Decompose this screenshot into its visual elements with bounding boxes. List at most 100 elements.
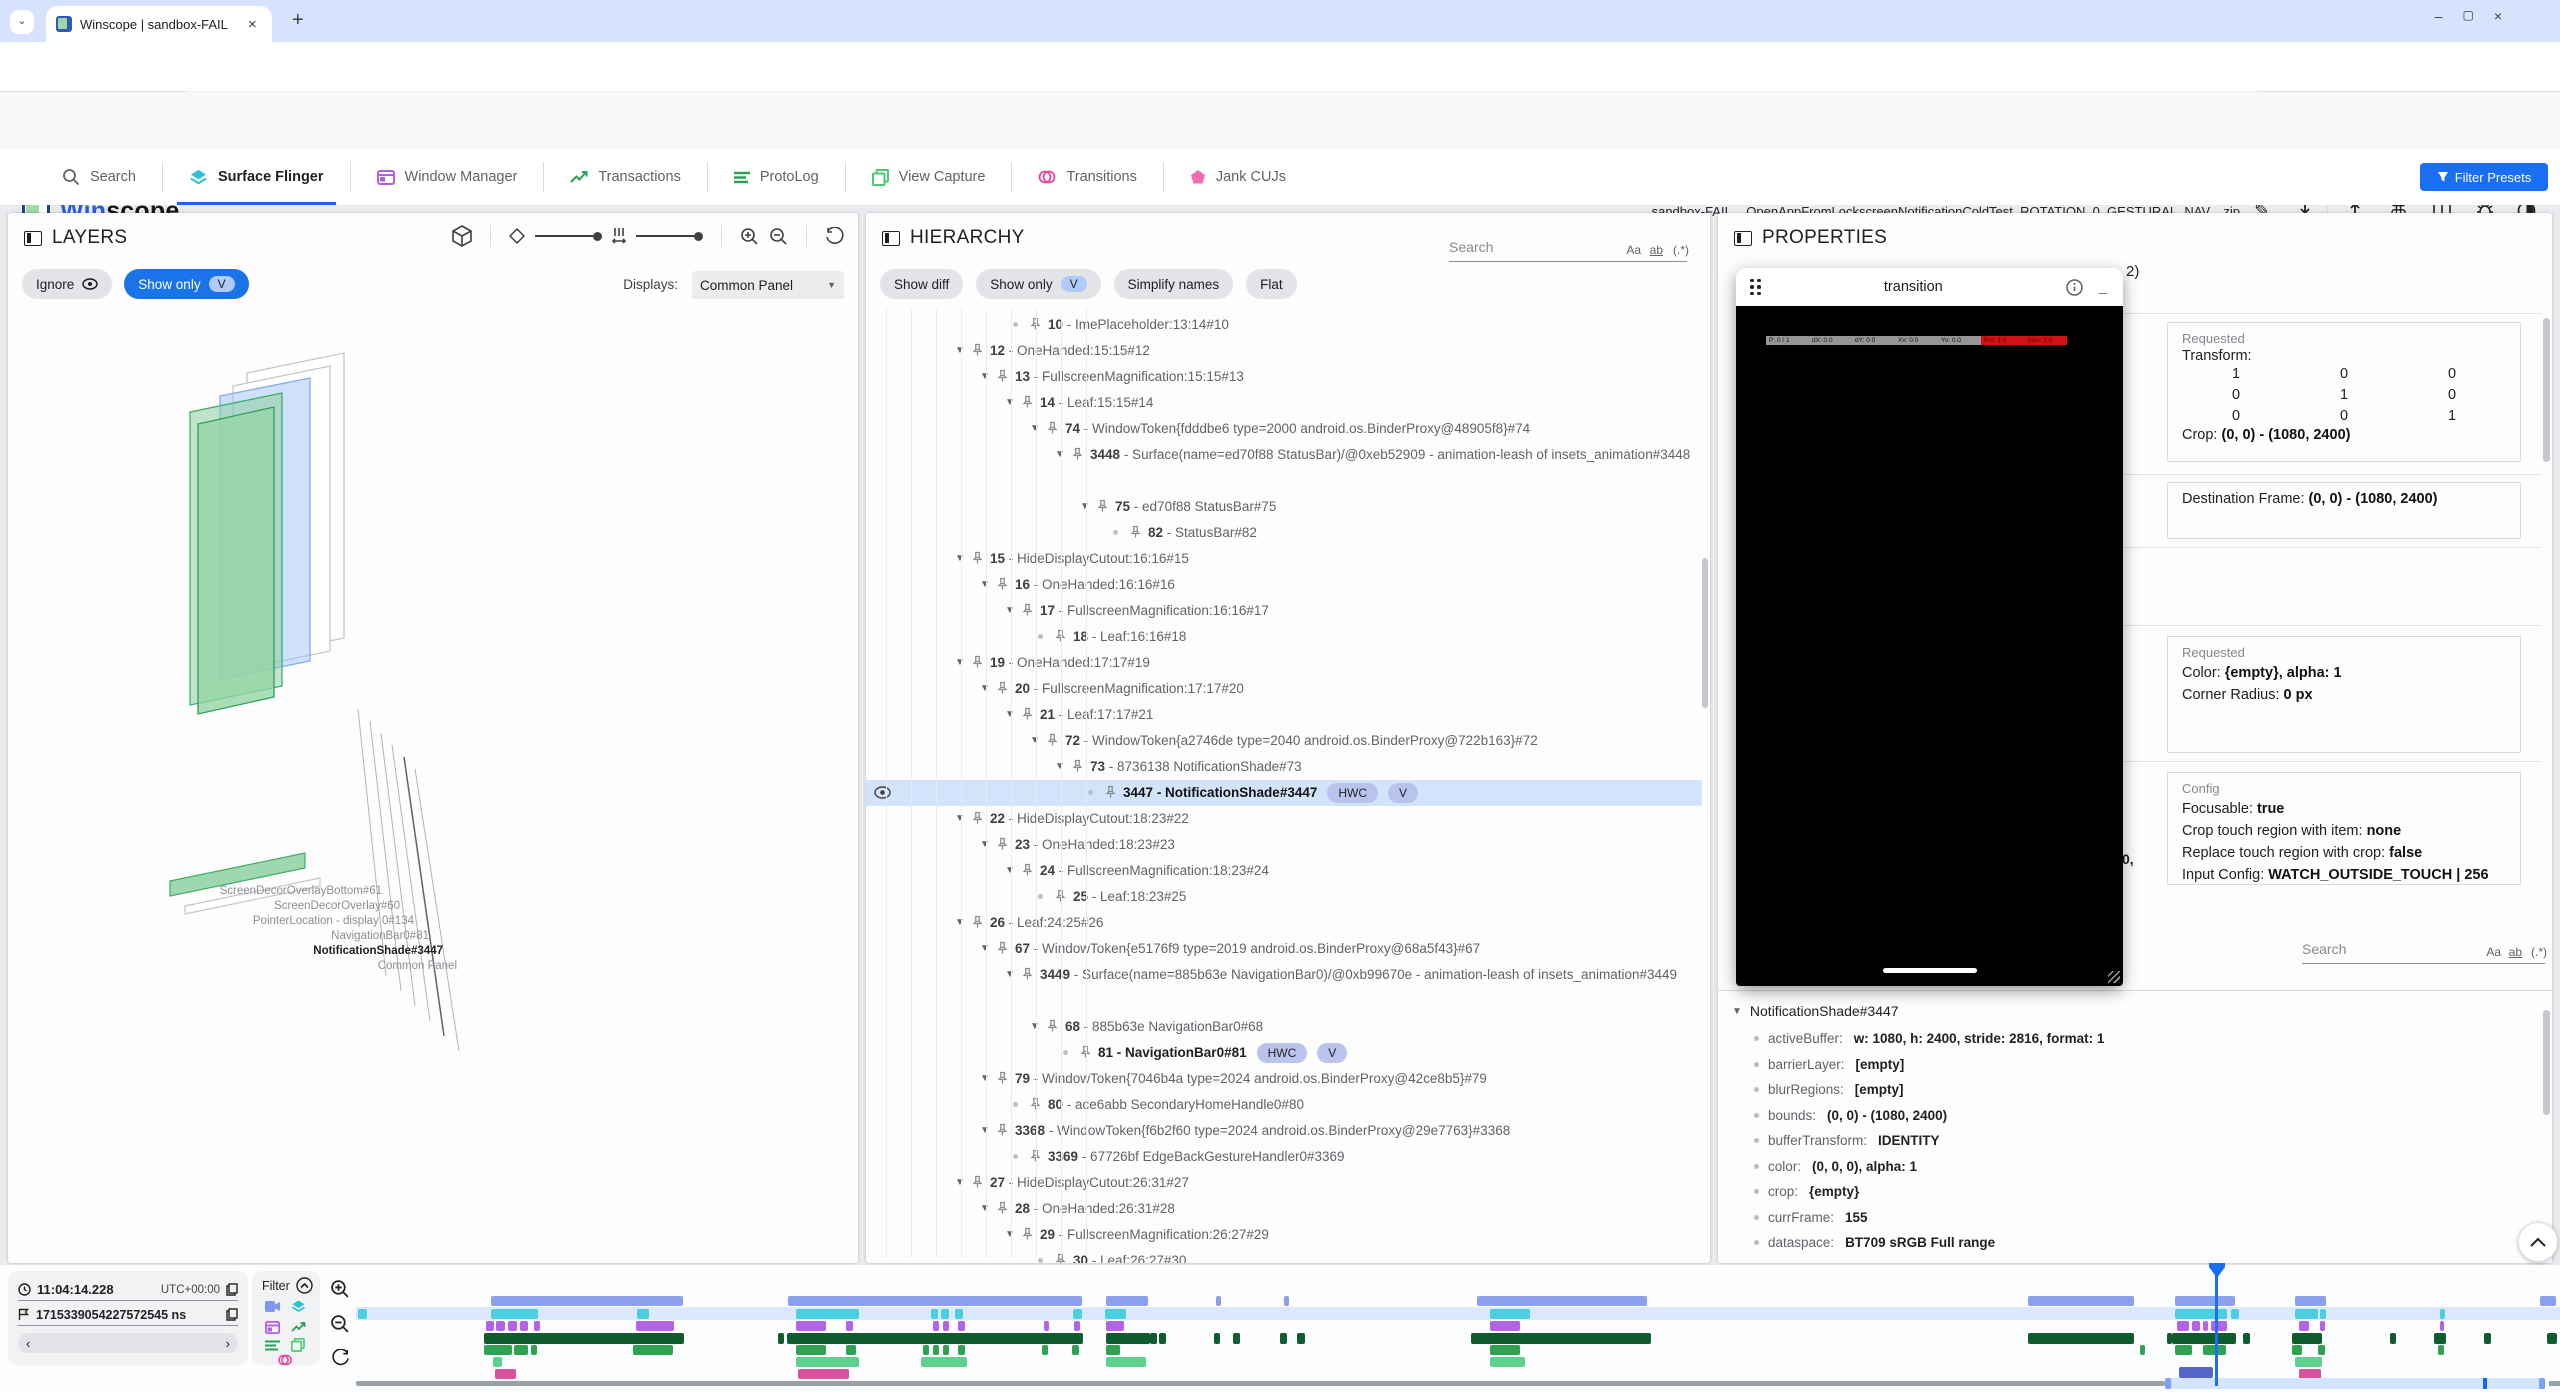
pin-icon[interactable] [996, 1066, 1015, 1085]
trace-tab-surface-flinger[interactable]: Surface Flinger [163, 149, 350, 205]
property-item-currFrame[interactable]: currFrame:155 [1754, 1210, 1868, 1225]
surface-flinger-trace-icon[interactable] [291, 1299, 306, 1314]
tree-row[interactable]: ▼27 - HideDisplayCutout:26:31#27 [866, 1170, 1702, 1196]
trace-tab-transitions[interactable]: Transitions [1012, 149, 1162, 205]
tree-row[interactable]: ▼14 - Leaf:15:15#14 [866, 390, 1702, 416]
nanosecond-time-row[interactable]: 1715339054227572545 ns [18, 1304, 238, 1326]
tree-row[interactable]: ▼13 - FullscreenMagnification:15:15#13 [866, 364, 1702, 390]
tab-search-chevron-icon[interactable]: ⌄ [10, 10, 34, 34]
pin-icon[interactable] [1129, 520, 1148, 539]
flat-chip[interactable]: Flat [1246, 269, 1297, 299]
match-case-icon[interactable]: Aa [1626, 243, 1641, 257]
properties-search-input[interactable]: Search Aa ab (.*) [2302, 941, 2545, 964]
pin-icon[interactable] [1054, 884, 1073, 903]
tree-row[interactable]: ▼20 - FullscreenMagnification:17:17#20 [866, 676, 1702, 702]
pin-icon[interactable] [971, 910, 990, 929]
expand-arrow-icon[interactable]: ▼ [980, 572, 996, 597]
trace-tab-protolog[interactable]: ProtoLog [708, 149, 845, 205]
expand-arrow-icon[interactable]: ▼ [1005, 598, 1021, 623]
pin-icon[interactable] [1096, 494, 1115, 513]
pin-icon[interactable] [1021, 962, 1040, 981]
pin-icon[interactable] [1029, 312, 1048, 331]
property-item-blurRegions[interactable]: blurRegions:[empty] [1754, 1082, 1904, 1097]
tree-row[interactable]: 18 - Leaf:16:16#18 [866, 624, 1702, 650]
trace-tab-search[interactable]: Search [36, 149, 162, 205]
properties-node-row[interactable]: ▼ NotificationShade#3447 [1732, 1003, 1899, 1019]
tree-row[interactable]: ▼3368 - WindowToken{f6b2f60 type=2024 an… [866, 1118, 1702, 1144]
browser-tab[interactable]: Winscope | sandbox-FAIL × [46, 6, 272, 42]
pin-icon[interactable] [996, 572, 1015, 591]
expand-arrow-icon[interactable]: ▼ [980, 832, 996, 857]
match-case-icon[interactable]: Aa [2486, 945, 2501, 959]
pin-icon[interactable] [1029, 1144, 1048, 1163]
pin-icon[interactable] [1021, 390, 1040, 409]
match-word-icon[interactable]: ab [1650, 243, 1663, 257]
expand-arrow-icon[interactable]: ▼ [1030, 416, 1046, 441]
transition-window-header[interactable]: transition _ [1736, 268, 2123, 306]
expand-arrow-icon[interactable]: ▼ [955, 806, 971, 831]
pin-icon[interactable] [971, 1170, 990, 1189]
tree-row[interactable]: 81 - NavigationBar0#81HWCV [866, 1040, 1702, 1066]
window-maximize-icon[interactable]: ▢ [2462, 8, 2473, 24]
expand-arrow-icon[interactable]: ▼ [980, 364, 996, 389]
property-item-bufferTransform[interactable]: bufferTransform:IDENTITY [1754, 1133, 1940, 1148]
timeline-reset-zoom-icon[interactable] [332, 1349, 350, 1367]
tree-row[interactable]: ▼22 - HideDisplayCutout:18:23#22 [866, 806, 1702, 832]
timeline-zoom-out-icon[interactable] [330, 1314, 350, 1334]
expand-arrow-icon[interactable]: ▼ [955, 338, 971, 363]
expand-arrow-icon[interactable]: ▼ [1005, 390, 1021, 415]
expand-arrow-icon[interactable]: ▼ [980, 1196, 996, 1221]
expand-arrow-icon[interactable]: ▼ [1030, 728, 1046, 753]
window-minimize-icon[interactable]: – [2435, 8, 2443, 24]
view-capture-trace-icon[interactable] [291, 1338, 305, 1352]
pin-icon[interactable] [971, 806, 990, 825]
displays-select[interactable]: Common Panel▼ [692, 271, 844, 299]
visibility-eye-icon[interactable] [874, 786, 891, 799]
drag-handle-icon[interactable] [1750, 279, 1761, 296]
tree-row[interactable]: 80 - ace6abb SecondaryHomeHandle0#80 [866, 1092, 1702, 1118]
show-only-chip[interactable]: Show onlyV [976, 269, 1100, 299]
pin-icon[interactable] [1071, 442, 1090, 461]
zoom-in-icon[interactable] [740, 227, 759, 246]
new-tab-button[interactable]: + [292, 9, 304, 32]
layers-3d-scene[interactable] [8, 309, 858, 1259]
tree-row[interactable]: ▼26 - Leaf:24:25#26 [866, 910, 1702, 936]
scroll-left-icon[interactable]: ‹ [26, 1336, 30, 1351]
transition-overlay-window[interactable]: transition _ P: 0 / 1dX: 0.0dY: 0.0Xv: 0… [1736, 268, 2123, 986]
scroll-right-icon[interactable]: › [226, 1336, 230, 1351]
pin-icon[interactable] [1021, 858, 1040, 877]
tree-row[interactable]: ▼68 - 885b63e NavigationBar0#68 [866, 1014, 1702, 1040]
property-item-barrierLayer[interactable]: barrierLayer:[empty] [1754, 1057, 1904, 1072]
pin-icon[interactable] [1054, 1248, 1073, 1263]
tree-row-selected[interactable]: 3447 - NotificationShade#3447HWCV [866, 780, 1702, 806]
reset-view-icon[interactable] [825, 227, 844, 246]
pin-icon[interactable] [996, 676, 1015, 695]
tree-row[interactable]: ▼21 - Leaf:17:17#21 [866, 702, 1702, 728]
expand-arrow-icon[interactable]: ▼ [1005, 858, 1021, 883]
zoom-out-icon[interactable] [769, 227, 788, 246]
tree-row[interactable]: ▼67 - WindowToken{e5176f9 type=2019 andr… [866, 936, 1702, 962]
resize-handle[interactable] [2108, 971, 2120, 983]
tree-row[interactable]: 82 - StatusBar#82 [866, 520, 1702, 546]
regex-icon[interactable]: (.*) [2531, 945, 2547, 959]
trace-tab-view-capture[interactable]: View Capture [846, 149, 1012, 205]
filter-presets-button[interactable]: Filter Presets [2420, 163, 2548, 191]
tree-row[interactable]: ▼3448 - Surface(name=ed70f88 StatusBar)/… [866, 442, 1702, 494]
tree-row[interactable]: ▼19 - OneHanded:17:17#19 [866, 650, 1702, 676]
hierarchy-scrollbar[interactable] [1702, 558, 1708, 708]
expand-arrow-icon[interactable]: ▼ [980, 676, 996, 701]
tree-row[interactable]: ▼12 - OneHanded:15:15#12 [866, 338, 1702, 364]
tree-row[interactable]: 3369 - 67726bf EdgeBackGestureHandler0#3… [866, 1144, 1702, 1170]
expand-arrow-icon[interactable]: ▼ [980, 1118, 996, 1143]
pin-icon[interactable] [996, 832, 1015, 851]
tree-row[interactable]: ▼28 - OneHanded:26:31#28 [866, 1196, 1702, 1222]
window-controls[interactable]: – ▢ × [2435, 8, 2502, 24]
tree-row[interactable]: ▼75 - ed70f88 StatusBar#75 [866, 494, 1702, 520]
expand-arrow-icon[interactable]: ▼ [1005, 962, 1021, 987]
hierarchy-search-input[interactable]: Search Aa ab (.*) [1449, 239, 1687, 262]
pin-icon[interactable] [1021, 1222, 1040, 1241]
expand-arrow-icon[interactable]: ▼ [955, 650, 971, 675]
tree-row[interactable]: ▼73 - 8736138 NotificationShade#73 [866, 754, 1702, 780]
timeline-zoom-in-icon[interactable] [330, 1279, 350, 1299]
properties-scrollbar[interactable] [2543, 318, 2550, 462]
